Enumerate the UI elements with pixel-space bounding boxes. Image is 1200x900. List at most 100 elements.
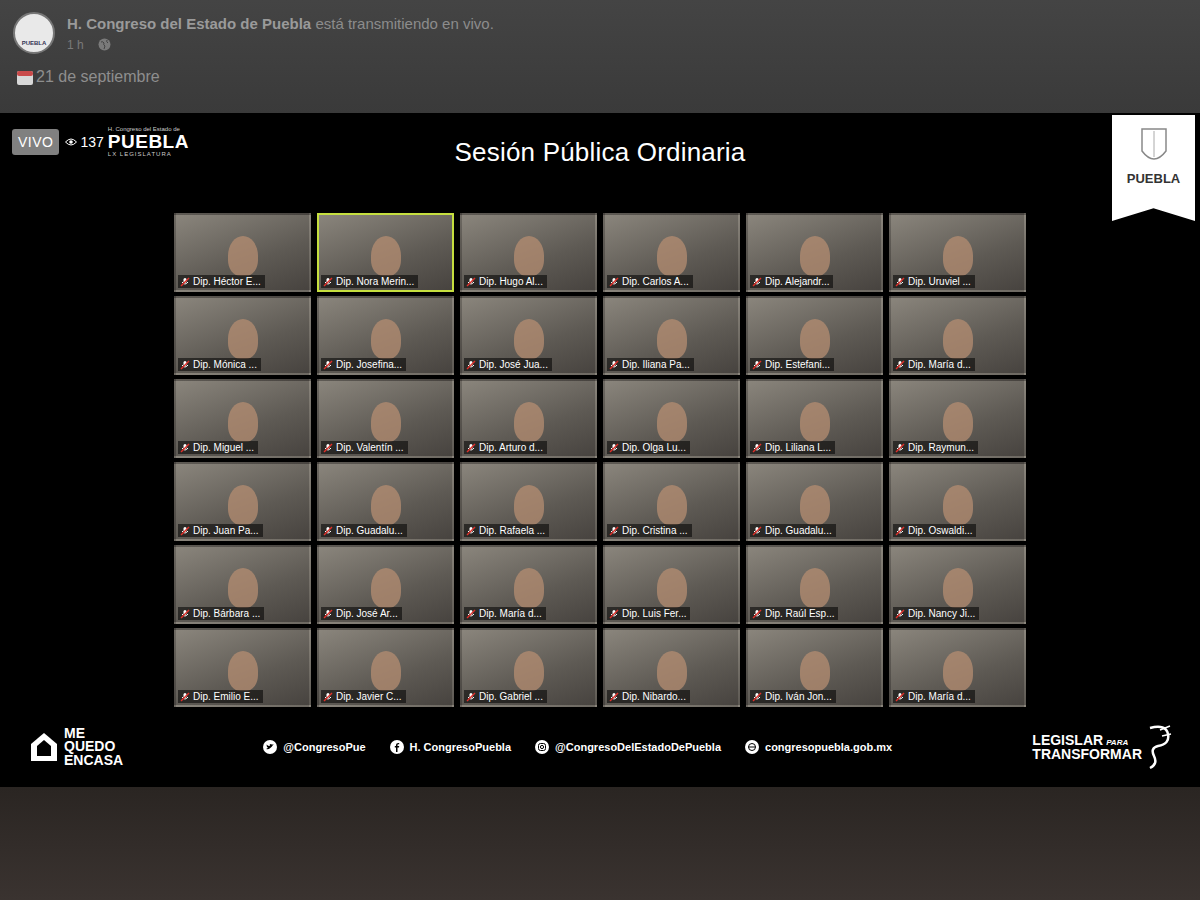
participant-name: Dip. Guadalu... [765,525,832,536]
participant-tile: Dip. Miguel ... [174,379,311,458]
participant-tile: Dip. Héctor E... [174,213,311,292]
participant-video [800,485,830,525]
logo-sub-text: LX LEGISLATURA [108,151,189,157]
participant-name: Dip. Estefani... [765,359,830,370]
participant-tile: Dip. Cristina ... [603,462,740,541]
mic-muted-icon [180,609,190,619]
mic-muted-icon [323,443,333,453]
mic-muted-icon [752,277,762,287]
participant-name: Dip. Valentín ... [336,442,404,453]
coat-of-arms-icon [1140,127,1168,167]
participant-name-tag: Dip. María d... [893,358,975,371]
participant-name: Dip. Josefina... [336,359,402,370]
page-avatar[interactable]: PUEBLA [13,12,55,54]
campaign-line: ME [64,727,123,740]
mic-muted-icon [323,360,333,370]
participant-video [228,236,258,276]
participant-name-tag: Dip. Estefani... [750,358,834,371]
participant-tile: Dip. María d... [460,545,597,624]
participant-tile: Dip. Juan Pa... [174,462,311,541]
participant-name-tag: Dip. Iliana Pa... [607,358,694,371]
instagram-icon [535,740,549,754]
participant-name-tag: Dip. Raúl Esp... [750,607,838,620]
participant-video [657,402,687,442]
participant-name: Dip. Bárbara ... [193,608,260,619]
participant-name-tag: Dip. Miguel ... [178,441,258,454]
participant-video [657,319,687,359]
participant-video [228,651,258,691]
participant-tile: Dip. Bárbara ... [174,545,311,624]
social-label: congresopuebla.gob.mx [765,741,892,753]
live-overlay: VIVO137H. Congreso del Estado dePUEBLALX… [12,126,189,157]
participant-video [514,319,544,359]
participant-tile: Dip. María d... [889,296,1026,375]
mic-muted-icon [466,277,476,287]
participant-tile: Dip. Iván Jon... [746,628,883,707]
participant-name: Dip. Javier C... [336,691,402,702]
participant-name-tag: Dip. Hugo Al... [464,275,547,288]
mic-muted-icon [752,609,762,619]
participant-name: Dip. Alejandr... [765,276,829,287]
mic-muted-icon [895,360,905,370]
participant-name-tag: Dip. Guadalu... [321,524,407,537]
participant-tile: Dip. José Jua... [460,296,597,375]
social-link[interactable]: congresopuebla.gob.mx [745,740,892,754]
post-title: H. Congreso del Estado de Puebla está tr… [67,15,494,32]
viewer-count: 137 [65,134,103,150]
participant-name: Dip. José Ar... [336,608,398,619]
participant-tile: Dip. Nancy Ji... [889,545,1026,624]
participant-tile: Dip. Emilio E... [174,628,311,707]
participant-video [943,651,973,691]
participant-name-tag: Dip. Uruviel ... [893,275,975,288]
participant-tile: Dip. Alejandr... [746,213,883,292]
eye-icon [65,137,77,147]
participant-video [657,568,687,608]
participant-name-tag: Dip. Valentín ... [321,441,408,454]
mic-muted-icon [180,692,190,702]
social-label: H. CongresoPuebla [410,741,511,753]
participant-video [371,651,401,691]
participant-video [943,568,973,608]
mic-muted-icon [609,360,619,370]
participant-video [371,236,401,276]
participant-video [800,319,830,359]
mic-muted-icon [895,609,905,619]
participant-tile: Dip. Arturo d... [460,379,597,458]
participant-name: Dip. Iván Jon... [765,691,832,702]
live-video[interactable]: VIVO137H. Congreso del Estado dePUEBLALX… [0,113,1200,787]
participant-video [800,568,830,608]
participant-name-tag: Dip. Cristina ... [607,524,692,537]
mic-muted-icon [895,692,905,702]
participant-video [228,485,258,525]
facebook-icon [390,740,404,754]
mic-muted-icon [466,443,476,453]
post-meta: 1 h [67,38,494,52]
participant-name: Dip. Uruviel ... [908,276,971,287]
mic-muted-icon [323,609,333,619]
slogan-small: PARA [1106,739,1128,747]
participant-name: Dip. Liliana L... [765,442,831,453]
congress-logo: H. Congreso del Estado dePUEBLALX LEGISL… [108,126,189,157]
mic-muted-icon [895,277,905,287]
mic-muted-icon [323,692,333,702]
participant-name: Dip. María d... [908,691,971,702]
mic-muted-icon [466,692,476,702]
post-time[interactable]: 1 h [67,38,84,52]
participant-tile: Dip. Olga Lu... [603,379,740,458]
post-author-row: PUEBLA H. Congreso del Estado de Puebla e… [13,12,1187,54]
participant-name: Dip. Rafaela ... [479,525,545,536]
social-link[interactable]: H. CongresoPuebla [390,740,511,754]
social-link[interactable]: @CongresoPue [263,740,365,754]
mic-muted-icon [180,360,190,370]
mic-muted-icon [466,609,476,619]
social-link[interactable]: @CongresoDelEstadoDePuebla [535,740,721,754]
participant-name: Dip. Mónica ... [193,359,257,370]
participant-name-tag: Dip. José Jua... [464,358,552,371]
mic-muted-icon [895,443,905,453]
participant-name: Dip. Nibardo... [622,691,686,702]
post-date: 21 de septiembre [13,68,1187,86]
participant-name-tag: Dip. Guadalu... [750,524,836,537]
participant-video [657,485,687,525]
participant-name-tag: Dip. Rafaela ... [464,524,549,537]
page-name[interactable]: H. Congreso del Estado de Puebla [67,15,311,32]
